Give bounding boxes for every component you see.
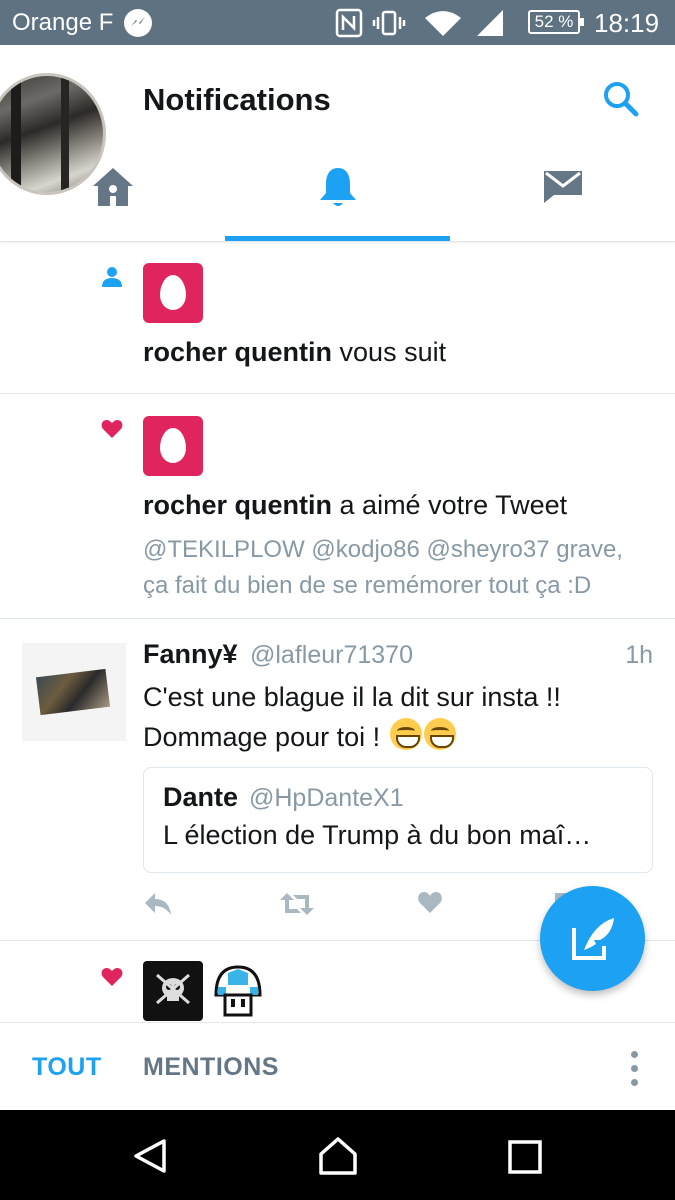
search-button[interactable] [600,78,642,120]
messenger-icon [124,9,152,37]
reply-icon[interactable] [143,891,173,917]
action-text: vous suit [339,337,447,367]
page-title: Notifications [143,82,331,117]
back-icon[interactable] [132,1138,168,1174]
tab-mentions[interactable]: MENTIONS [143,1053,279,1082]
quoted-tweet-text: L élection de Trump à du bon maî… [163,820,592,850]
tab-notifications[interactable] [225,155,450,241]
status-bar: Orange F 52 % 18:19 [0,0,675,45]
tab-messages[interactable] [450,155,675,241]
home-icon [93,168,133,206]
battery-icon: 52 % [528,10,584,34]
carrier-label: Orange F [12,9,114,36]
like-icon[interactable] [417,891,443,915]
recents-icon[interactable] [508,1140,542,1174]
nfc-icon [335,8,363,38]
avatar[interactable] [143,416,203,476]
home-nav-icon[interactable] [318,1136,358,1176]
wifi-icon [425,11,461,36]
tweet-text-line: Dommage pour toi ! [143,722,381,752]
user-name[interactable]: rocher quentin [143,337,332,367]
notification-follow[interactable]: rocher quentin vous suit [0,242,675,394]
vibrate-icon [372,10,406,36]
tweet-author-handle[interactable]: @lafleur71370 [250,641,413,670]
main-tabs [0,155,675,241]
clock: 18:19 [594,8,660,38]
tweet-author-name[interactable]: Fanny¥ [143,639,238,670]
tweet-text-line: C'est une blague il la dit sur insta !! [143,682,561,712]
signal-icon [477,10,503,36]
tweet-text: C'est une blague il la dit sur insta !! … [143,677,643,757]
tweet-preview-line: ça fait du bien de se remémorer tout ça … [143,572,592,599]
notification-text: rocher quentin vous suit [143,337,446,368]
app-header: Notifications [0,45,675,242]
avatar[interactable] [143,961,203,1021]
envelope-icon [544,171,582,203]
heart-icon [101,420,123,438]
quoted-author-name: Dante [163,782,239,812]
notification-filter-tabs: TOUT MENTIONS [0,1022,675,1110]
system-navigation-bar [0,1110,675,1200]
notification-text: rocher quentin a aimé votre Tweet [143,490,567,521]
compose-tweet-button[interactable] [540,886,645,991]
laughing-emoji-icon [423,718,456,750]
avatar[interactable] [22,643,126,741]
tweet-preview-line: @TEKILPLOW @kodjo86 @sheyro37 grave, [143,536,623,563]
bell-icon [320,168,356,206]
search-icon [604,82,639,117]
quoted-author-handle: @HpDanteX1 [249,784,404,812]
action-text: a aimé votre Tweet [339,490,568,520]
liked-tweet-preview[interactable]: @TEKILPLOW @kodjo86 @sheyro37 grave, ça … [143,532,658,604]
notification-like[interactable]: rocher quentin a aimé votre Tweet @TEKIL… [0,394,675,619]
tab-home[interactable] [0,155,225,241]
avatar[interactable] [208,961,268,1021]
user-name[interactable]: rocher quentin [143,490,332,520]
person-icon [102,267,122,287]
status-icons [335,8,503,38]
heart-icon [101,968,123,986]
retweet-icon[interactable] [279,891,315,917]
tab-all[interactable]: TOUT [32,1053,102,1082]
skull-icon [156,973,190,1005]
overflow-menu-icon[interactable] [625,1049,645,1089]
quoted-tweet[interactable]: Dante @HpDanteX1 L élection de Trump à d… [143,767,653,873]
laughing-emoji-icon [389,718,422,750]
compose-icon [572,918,614,960]
tweet-actions [143,891,577,921]
tweet-timestamp: 1h [625,641,653,669]
active-tab-indicator [225,236,450,241]
avatar[interactable] [143,263,203,323]
mushroom-icon [214,965,262,1017]
